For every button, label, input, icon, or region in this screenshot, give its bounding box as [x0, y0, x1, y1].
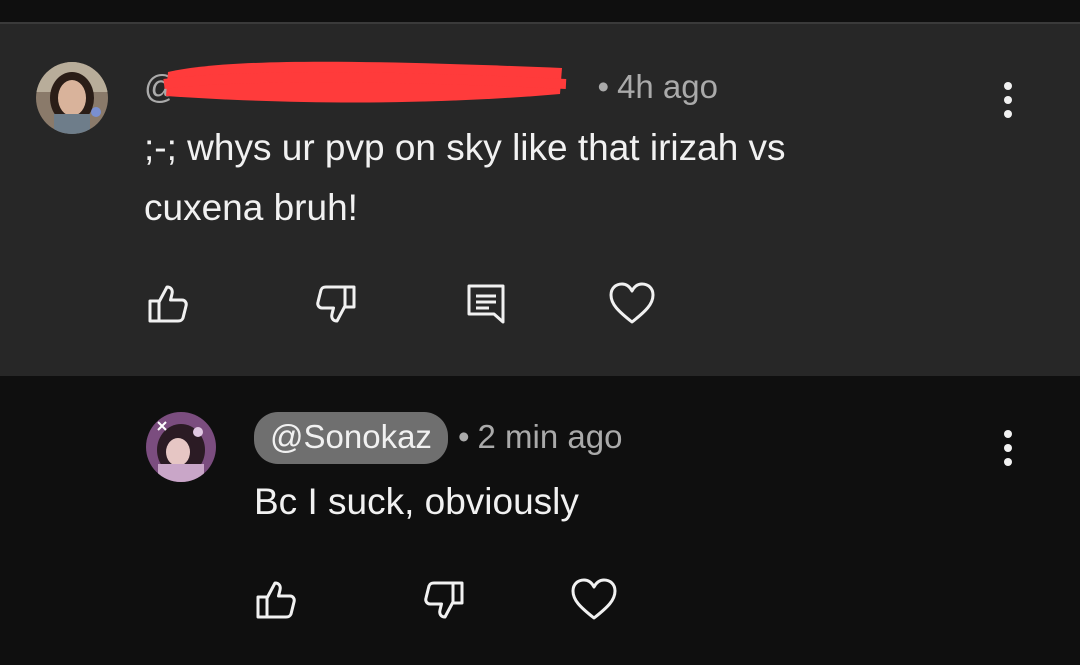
dislike-button[interactable]: [416, 572, 472, 628]
thumbs-down-icon: [316, 285, 356, 323]
redaction-scribble: [163, 61, 567, 103]
heart-icon: [609, 282, 655, 324]
thumbs-down-icon: [424, 581, 464, 619]
comment-meta: @Sonokaz • 2 min ago: [254, 412, 622, 464]
thumbs-up-icon: [256, 581, 296, 619]
comment-text-line: ;-; whys ur pvp on sky like that irizah …: [144, 127, 786, 168]
author-handle[interactable]: @Sonokaz: [254, 412, 448, 464]
thumbs-up-icon: [148, 285, 188, 323]
heart-button[interactable]: [604, 276, 660, 332]
comment-text: Bc I suck, obviously: [254, 481, 579, 522]
like-button[interactable]: [140, 276, 196, 332]
more-options-icon[interactable]: [996, 430, 1020, 478]
comment-text-line: cuxena bruh!: [144, 187, 358, 228]
like-button[interactable]: [248, 572, 304, 628]
more-options-icon[interactable]: [996, 82, 1020, 130]
reply-comment: @Sonokaz • 2 min ago Bc I suck, obviously: [0, 376, 1080, 665]
top-bar: [0, 0, 1080, 22]
avatar[interactable]: [146, 412, 216, 482]
avatar[interactable]: [36, 62, 108, 134]
comment-text: ;-; whys ur pvp on sky like that irizah …: [144, 118, 786, 238]
reply-button[interactable]: [458, 276, 514, 332]
heart-button[interactable]: [566, 572, 622, 628]
heart-icon: [571, 578, 617, 620]
meta-separator: •: [457, 418, 470, 455]
reply-icon: [467, 284, 505, 324]
dislike-button[interactable]: [308, 276, 364, 332]
comment-time: 4h ago: [617, 68, 718, 105]
meta-separator: •: [597, 68, 610, 105]
author-handle[interactable]: @: [144, 61, 588, 106]
parent-comment: @ • 4h ago ;-; whys ur pvp on sky like th…: [0, 24, 1080, 376]
comment-meta: @ • 4h ago: [144, 61, 718, 106]
comment-time: 2 min ago: [477, 418, 623, 455]
